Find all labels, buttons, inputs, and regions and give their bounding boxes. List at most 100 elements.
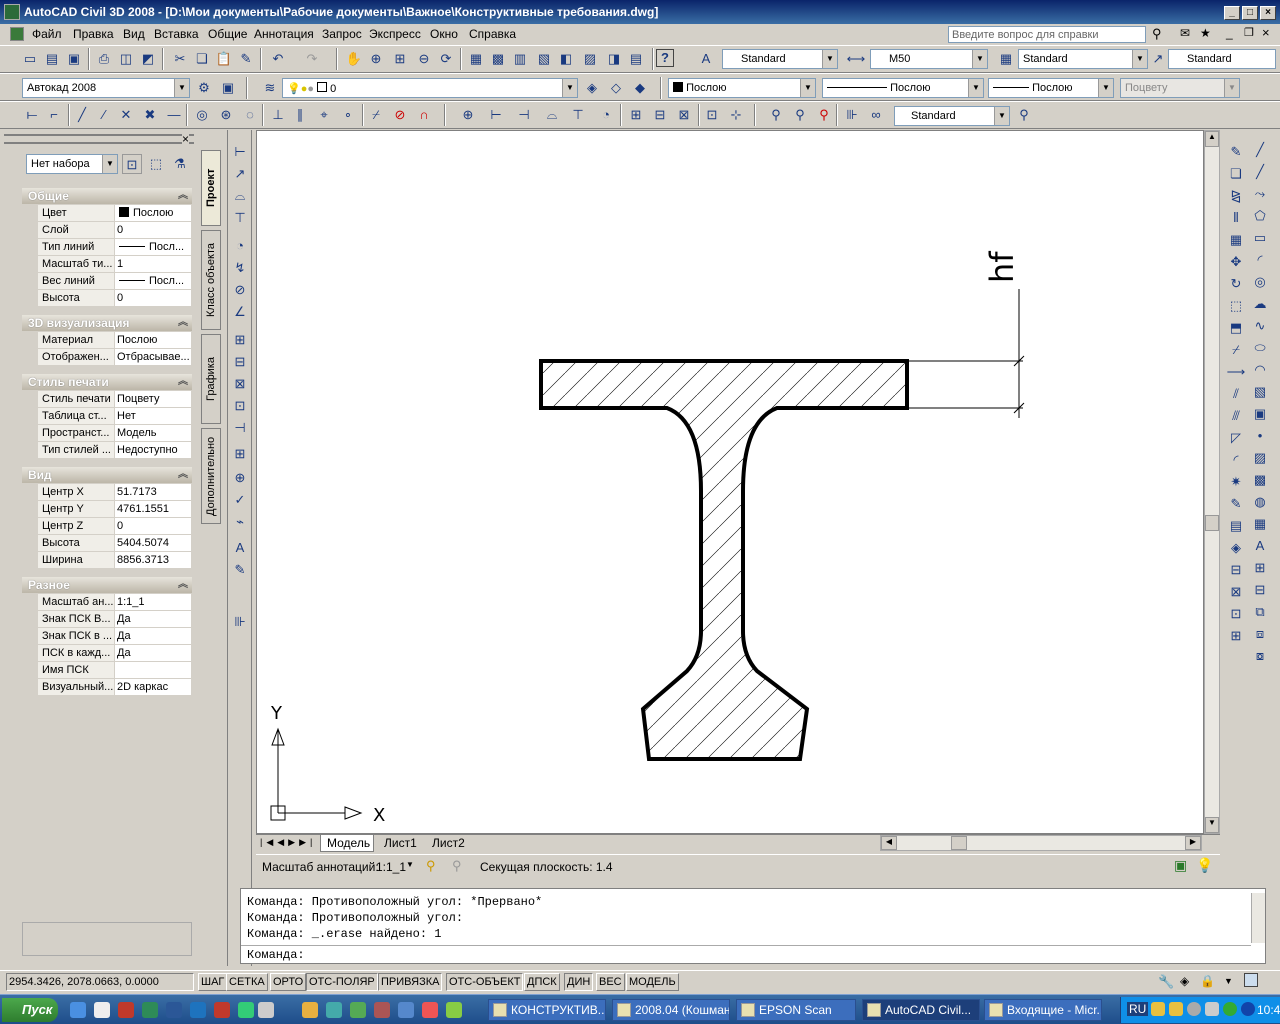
doc-minimize-icon[interactable]: _	[1226, 26, 1233, 40]
properties-icon[interactable]: ▦	[466, 49, 486, 69]
none-snap-icon[interactable]: ⊘	[390, 105, 410, 125]
tab-nav-icons[interactable]: |◀◀▶▶|	[260, 837, 316, 848]
aligned-dim-icon[interactable]: ⊣	[514, 105, 534, 125]
horizontal-scrollbar[interactable]: ◀ ▶	[880, 835, 1202, 851]
layer-match-icon[interactable]: ⊞	[1226, 626, 1246, 646]
layer-select[interactable]: 💡●● 0 ▼	[282, 78, 578, 98]
tangent-icon[interactable]: ⊛	[216, 105, 236, 125]
bring-front-icon[interactable]: ⧈	[1250, 624, 1270, 644]
orbit-icon[interactable]: ⟳	[436, 49, 456, 69]
anno-autoscale-icon[interactable]: ⚲	[452, 858, 462, 874]
tray-icon-3[interactable]	[1187, 1002, 1201, 1016]
group-icon[interactable]: ⊞	[1250, 558, 1270, 578]
node-icon[interactable]: ∘	[338, 105, 358, 125]
command-scrollbar[interactable]	[1251, 893, 1265, 943]
grid-toggle[interactable]: СЕТКА	[226, 973, 268, 991]
qdim-icon[interactable]: ⊠	[674, 105, 694, 125]
explode-icon[interactable]: ✷	[1226, 472, 1246, 492]
region-icon[interactable]: ◍	[1250, 492, 1270, 512]
open-icon[interactable]: ▤	[42, 49, 62, 69]
match-prop-icon[interactable]: ✎	[236, 49, 256, 69]
spline-icon[interactable]: ∕	[94, 105, 114, 125]
property-row[interactable]: Масштаб ан... 1:1_1	[38, 594, 191, 611]
quick-dim-icon[interactable]: ⊞	[230, 330, 250, 350]
property-value[interactable]: Модель	[115, 425, 191, 441]
property-row[interactable]: Имя ПСК	[38, 662, 191, 679]
tab-model[interactable]: Модель	[320, 835, 374, 852]
publish-icon[interactable]: ◩	[138, 49, 158, 69]
dim-break-icon[interactable]: ⊣	[230, 418, 250, 438]
scroll-down-icon[interactable]: ▼	[1205, 817, 1219, 833]
property-row[interactable]: Вес линий Посл...	[38, 273, 191, 290]
fillet-icon[interactable]: ◜	[1226, 450, 1246, 470]
app2-quick-icon[interactable]	[190, 1002, 206, 1018]
erase-icon[interactable]: ✎	[1226, 142, 1246, 162]
arc-dim-icon[interactable]: ⌓	[542, 105, 562, 125]
property-value[interactable]: 8856.3713	[115, 552, 191, 568]
ellipse-icon[interactable]: ⬭	[1250, 338, 1270, 358]
pickadd-icon[interactable]: ⊡	[122, 154, 142, 174]
ellipse-arc-icon[interactable]: ◠	[1250, 360, 1270, 380]
menu-help[interactable]: Справка	[469, 27, 516, 41]
property-value[interactable]: Посл...	[115, 273, 191, 289]
baseline-dim-icon[interactable]: ⊟	[230, 352, 250, 372]
join-icon[interactable]: ⫻	[1226, 406, 1246, 426]
media-icon[interactable]	[258, 1002, 274, 1018]
property-value[interactable]: 0	[115, 290, 191, 306]
mleader-remove-icon[interactable]: ⚲	[814, 105, 834, 125]
snap-toggle[interactable]: ШАГ	[198, 973, 228, 991]
center-mark-icon[interactable]: ⊕	[230, 468, 250, 488]
status-menu-chevron-icon[interactable]: ▼	[1224, 976, 1233, 986]
help-search-input[interactable]: Введите вопрос для справки	[948, 26, 1146, 43]
tab-graphics[interactable]: Графика	[201, 334, 221, 424]
mleader-icon[interactable]: ⚲	[766, 105, 786, 125]
anno-scale-chevron-icon[interactable]: ▼	[406, 860, 414, 869]
table-icon[interactable]: ▦	[1250, 514, 1270, 534]
property-value[interactable]: Нет	[115, 408, 191, 424]
menu-general[interactable]: Общие	[208, 27, 247, 41]
property-row[interactable]: Ширина 8856.3713	[38, 552, 191, 569]
maximize-icon[interactable]: □	[1242, 6, 1258, 20]
menu-edit[interactable]: Правка	[73, 27, 114, 41]
calculator-icon[interactable]: ▤	[626, 49, 646, 69]
properties-icon[interactable]: ▤	[1226, 516, 1246, 536]
prop-group-header[interactable]: Стиль печати ︽	[22, 374, 192, 390]
preview-icon[interactable]: ◫	[116, 49, 136, 69]
dim-text-edit-icon[interactable]: ✎	[230, 560, 250, 580]
property-row[interactable]: Высота 0	[38, 290, 191, 307]
property-row[interactable]: Стиль печати Поцвету	[38, 391, 191, 408]
dash-icon[interactable]: —	[164, 105, 184, 125]
player-icon[interactable]	[238, 1002, 254, 1018]
redo-icon[interactable]: ↷	[302, 49, 322, 69]
workspace-settings-icon[interactable]: ⚙	[194, 78, 214, 98]
baseline-dim-icon[interactable]: ⊞	[626, 105, 646, 125]
circle-icon[interactable]: ◎	[192, 105, 212, 125]
collapse-chevron-icon[interactable]: ︽	[178, 315, 188, 331]
app5-quick-icon[interactable]	[422, 1002, 438, 1018]
tool-quick-icon[interactable]	[350, 1002, 366, 1018]
vertical-scrollbar[interactable]: ▲ ▼	[1204, 130, 1220, 834]
property-value[interactable]: Послою	[115, 205, 191, 221]
line-icon[interactable]: ⟝	[22, 105, 42, 125]
tray-icon-2[interactable]	[1169, 1002, 1183, 1016]
menu-file[interactable]: Файл	[32, 27, 62, 41]
insert-block-icon[interactable]: ▧	[1250, 382, 1270, 402]
linear-dim-icon[interactable]: ⊢	[486, 105, 506, 125]
anno-visibility-icon[interactable]: ⚲	[426, 858, 436, 874]
new-icon[interactable]: ▭	[20, 49, 40, 69]
vscroll-thumb[interactable]	[1205, 515, 1219, 531]
dim-update-icon[interactable]: ⊪	[230, 612, 250, 632]
pan-icon[interactable]: ✋	[344, 49, 364, 69]
plot-icon[interactable]: ⎙	[94, 49, 114, 69]
help-search-icon[interactable]: ⚲	[1152, 26, 1162, 42]
radius-dim-icon[interactable]: ◔	[230, 236, 250, 256]
mleader-align-icon[interactable]: ⊪	[842, 105, 862, 125]
zoom-window-icon[interactable]: ⊞	[390, 49, 410, 69]
property-value[interactable]: 2D каркас	[115, 679, 191, 695]
point-icon[interactable]: •	[1250, 426, 1270, 446]
layer-freeze-icon[interactable]: ⊠	[1226, 582, 1246, 602]
doc-restore-icon[interactable]: ❐	[1244, 26, 1254, 39]
task-excel-koshman[interactable]: 2008.04 (Кошман)	[612, 999, 730, 1021]
property-row[interactable]: Слой 0	[38, 222, 191, 239]
offset-icon[interactable]: ⫴	[1226, 208, 1246, 228]
